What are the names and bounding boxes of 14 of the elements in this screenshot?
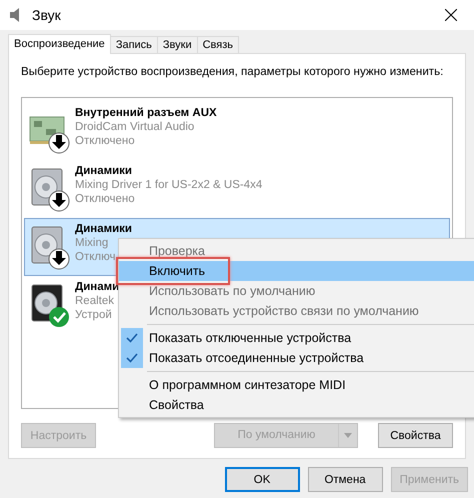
- device-status: Отключено: [75, 192, 136, 206]
- device-status: Отключено: [75, 134, 136, 148]
- device-driver: Mixing Driver 1 for US-2x2 & US-4x4: [75, 178, 262, 192]
- device-name: Динами: [75, 280, 120, 294]
- instruction-text: Выберите устройство воспроизведения, параметры которого нужно изменить:: [21, 64, 444, 80]
- device-status: Отключ: [75, 250, 116, 264]
- device-driver: Mixing: [75, 236, 110, 250]
- device-driver: DroidCam Virtual Audio: [75, 120, 196, 134]
- device-name: Внутренний разъем AUX: [75, 106, 217, 120]
- device-driver: Realtek: [75, 294, 115, 308]
- device-name: Динамики: [75, 164, 134, 178]
- device-name: Динамики: [75, 222, 132, 236]
- window-title: Звук: [32, 7, 62, 23]
- device-status: Устрой: [75, 308, 113, 322]
